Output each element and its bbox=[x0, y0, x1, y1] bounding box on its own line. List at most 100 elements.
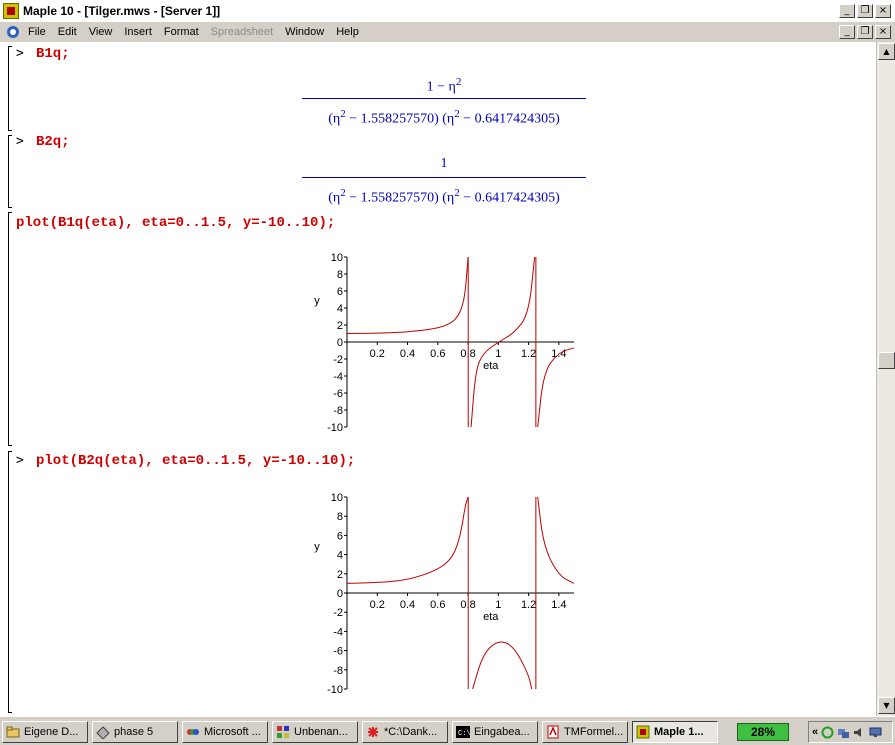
plot-b2q[interactable]: 1086420-2-4-6-8-100.2 0.4 0.6 0.8 1 1.2 1.4eta… bbox=[300, 487, 585, 697]
window-titlebar[interactable]: Maple 10 - [Tilger.mws - [Server 1]] _ ❐… bbox=[0, 0, 895, 22]
input-prompt: > bbox=[16, 453, 24, 468]
monitor-icon[interactable] bbox=[869, 726, 882, 739]
scroll-down-arrow-icon[interactable]: ▼ bbox=[878, 697, 895, 714]
menu-file[interactable]: File bbox=[28, 26, 46, 38]
input-line-b1q[interactable]: B1q; bbox=[36, 46, 70, 62]
output-denominator: (η2 − 1.558257570) (η2 − 0.6417424305) bbox=[328, 187, 560, 206]
taskbar-button-microsoft[interactable]: Microsoft ... bbox=[182, 721, 268, 743]
fraction-line bbox=[302, 98, 586, 99]
input-line-plot-b2q[interactable]: plot(B2q(eta), eta=0..1.5, y=-10..10); bbox=[36, 453, 355, 469]
y-tick-label: 6 bbox=[337, 530, 343, 542]
svg-text:C:\: C:\ bbox=[458, 730, 470, 738]
doc-restore-button[interactable]: ❐ bbox=[857, 25, 873, 39]
battery-indicator[interactable]: 28% bbox=[737, 723, 789, 741]
scroll-thumb[interactable] bbox=[878, 352, 895, 369]
editor-icon bbox=[368, 727, 378, 737]
y-tick-label: 0 bbox=[337, 588, 343, 600]
y-axis-label: y bbox=[314, 295, 320, 307]
taskbar-label: Eigene D... bbox=[24, 726, 79, 738]
series-line bbox=[346, 256, 469, 334]
menu-window[interactable]: Window bbox=[285, 26, 324, 38]
taskbar-label: Unbenan... bbox=[294, 726, 348, 738]
menu-format[interactable]: Format bbox=[164, 26, 199, 38]
execution-group-bracket[interactable] bbox=[8, 212, 12, 446]
y-tick-label: 6 bbox=[337, 286, 343, 298]
taskbar-label: Maple 1... bbox=[654, 726, 704, 738]
y-tick-label: -4 bbox=[333, 371, 343, 383]
minimize-button[interactable]: _ bbox=[839, 4, 855, 18]
paint-icon bbox=[277, 726, 289, 738]
drive-icon bbox=[96, 726, 110, 739]
pdf-icon bbox=[547, 725, 559, 739]
x-tick-label: 0.2 bbox=[370, 348, 385, 360]
taskbar-label: TMFormel... bbox=[564, 726, 624, 738]
system-tray: « bbox=[808, 721, 893, 743]
menu-help[interactable]: Help bbox=[336, 26, 359, 38]
x-tick-label: 1 bbox=[495, 599, 501, 611]
x-tick-label: 1.2 bbox=[521, 348, 536, 360]
fraction-line bbox=[302, 177, 586, 178]
y-tick-label: 4 bbox=[337, 303, 343, 315]
document-icon[interactable] bbox=[4, 24, 22, 40]
y-tick-label: 4 bbox=[337, 550, 343, 562]
network-icon[interactable] bbox=[837, 726, 850, 739]
execution-group-bracket[interactable] bbox=[8, 135, 12, 208]
y-axis-label: y bbox=[314, 541, 320, 553]
x-tick-label: 1.4 bbox=[551, 599, 566, 611]
taskbar-button-eigene[interactable]: Eigene D... bbox=[2, 721, 88, 743]
y-tick-label: -4 bbox=[333, 626, 343, 638]
y-tick-label: -8 bbox=[333, 665, 343, 677]
menu-bar: File Edit View Insert Format Spreadsheet… bbox=[0, 22, 895, 42]
x-tick-label: 0.4 bbox=[400, 599, 415, 611]
vertical-scrollbar[interactable]: ▲ ▼ bbox=[876, 42, 895, 716]
scroll-up-arrow-icon[interactable]: ▲ bbox=[878, 43, 895, 60]
maple-icon bbox=[636, 725, 650, 739]
taskbar-button-eingabe[interactable]: C:\ Eingabea... bbox=[452, 721, 538, 743]
sync-icon[interactable] bbox=[821, 726, 834, 739]
output-numerator: 1 bbox=[440, 156, 448, 171]
y-tick-label: 8 bbox=[337, 511, 343, 523]
series-line bbox=[346, 496, 469, 584]
y-tick-label: 10 bbox=[331, 492, 343, 504]
y-tick-label: -2 bbox=[333, 607, 343, 619]
y-tick-label: -8 bbox=[333, 405, 343, 417]
y-tick-label: 10 bbox=[331, 252, 343, 264]
y-tick-label: 8 bbox=[337, 269, 343, 281]
plot-b1q[interactable]: 1086420-2-4-6-8-100.2 0.4 0.6 0.8 1 1.2 1.4eta… bbox=[300, 247, 585, 437]
y-tick-label: -10 bbox=[327, 684, 343, 696]
worksheet-area[interactable]: > B1q; 1 − η2 (η2 − 1.558257570) (η2 − 0… bbox=[0, 42, 876, 716]
doc-minimize-button[interactable]: _ bbox=[839, 25, 855, 39]
tray-expand-icon[interactable]: « bbox=[812, 726, 818, 738]
taskbar-label: Microsoft ... bbox=[204, 726, 261, 738]
doc-close-button[interactable]: × bbox=[875, 25, 891, 39]
y-tick-label: -10 bbox=[327, 422, 343, 434]
volume-icon[interactable] bbox=[853, 726, 866, 739]
taskbar-button-maple[interactable]: Maple 1... bbox=[632, 721, 718, 743]
taskbar-button-phase5[interactable]: phase 5 bbox=[92, 721, 178, 743]
x-axis-label: eta bbox=[483, 611, 499, 623]
y-tick-label: 2 bbox=[337, 569, 343, 581]
x-tick-label: 1 bbox=[495, 348, 501, 360]
maximize-button[interactable]: ❐ bbox=[857, 4, 873, 18]
console-icon: C:\ bbox=[456, 726, 470, 738]
menu-insert[interactable]: Insert bbox=[124, 26, 152, 38]
input-prompt: > bbox=[16, 134, 24, 149]
menu-view[interactable]: View bbox=[89, 26, 113, 38]
input-line-plot-b1q[interactable]: plot(B1q(eta), eta=0..1.5, y=-10..10); bbox=[16, 215, 335, 231]
x-tick-label: 0.4 bbox=[400, 348, 415, 360]
taskbar-button-dank[interactable]: *C:\Dank... bbox=[362, 721, 448, 743]
taskbar-label: Eingabea... bbox=[474, 726, 530, 738]
taskbar-button-unbenannt[interactable]: Unbenan... bbox=[272, 721, 358, 743]
execution-group-bracket[interactable] bbox=[8, 451, 12, 713]
output-numerator: 1 − η2 bbox=[426, 76, 462, 95]
taskbar-button-tmformel[interactable]: TMFormel... bbox=[542, 721, 628, 743]
y-tick-label: -2 bbox=[333, 354, 343, 366]
close-button[interactable]: × bbox=[875, 4, 891, 18]
input-line-b2q[interactable]: B2q; bbox=[36, 134, 70, 150]
menu-edit[interactable]: Edit bbox=[58, 26, 77, 38]
execution-group-bracket[interactable] bbox=[8, 46, 12, 131]
folder-icon bbox=[6, 726, 20, 738]
x-tick-label: 0.6 bbox=[430, 599, 445, 611]
maple-app-icon[interactable] bbox=[3, 3, 19, 19]
x-tick-label: 0.6 bbox=[430, 348, 445, 360]
